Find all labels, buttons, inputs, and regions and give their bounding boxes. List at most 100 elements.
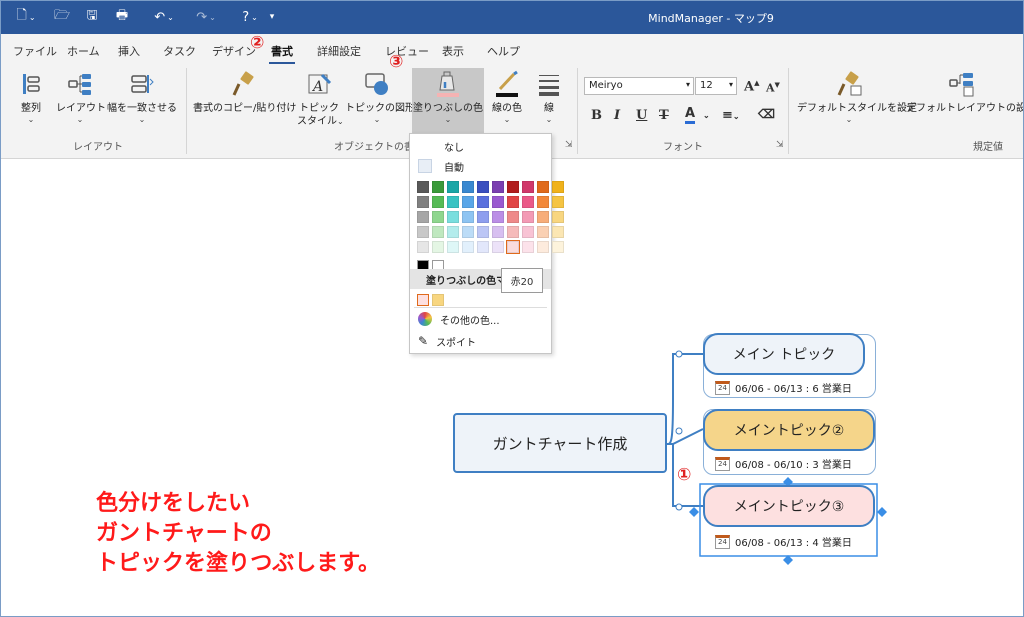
color-swatch[interactable] <box>417 226 429 238</box>
color-swatch[interactable] <box>477 241 489 253</box>
color-swatch[interactable] <box>432 226 444 238</box>
shrink-font-button[interactable]: A▼ <box>766 80 780 95</box>
align-text-icon[interactable]: ≡⌄ <box>722 108 740 123</box>
color-swatch[interactable] <box>447 211 459 223</box>
color-swatch[interactable] <box>447 196 459 208</box>
tab-file[interactable]: ファイル <box>13 43 57 59</box>
tab-advanced[interactable]: 詳細設定 <box>317 43 361 59</box>
fill-color-button[interactable]: 塗りつぶしの色 ⌄ <box>412 68 484 134</box>
color-swatch[interactable] <box>462 181 474 193</box>
open-folder-icon[interactable]: 🗁 <box>51 7 73 27</box>
topic-style-button[interactable]: A トピック スタイル⌄ <box>297 68 344 128</box>
grow-font-button[interactable]: A▲ <box>744 78 759 94</box>
align-button[interactable]: 整列 ⌄ <box>11 68 51 125</box>
central-topic[interactable]: ガントチャート作成 <box>453 413 667 473</box>
color-swatch[interactable] <box>522 226 534 238</box>
set-default-style-button[interactable]: デフォルトスタイルを設定 ⌄ <box>797 68 917 125</box>
topic-shape-button[interactable]: トピックの図形 ⌄ <box>345 68 415 125</box>
color-swatch[interactable] <box>417 196 429 208</box>
color-swatch[interactable] <box>537 241 549 253</box>
color-swatch[interactable] <box>447 226 459 238</box>
color-swatch[interactable] <box>492 211 504 223</box>
color-swatch[interactable] <box>537 196 549 208</box>
color-swatch[interactable] <box>432 181 444 193</box>
tab-home[interactable]: ホーム <box>67 43 100 59</box>
color-swatch[interactable] <box>462 211 474 223</box>
eyedropper-item[interactable]: ✎ スポイト <box>410 331 551 351</box>
bold-button[interactable]: B <box>591 108 602 123</box>
main-topic-1[interactable]: メイン トピック <box>703 333 865 375</box>
main-topic-2[interactable]: メイントピック② <box>703 409 875 451</box>
color-swatch[interactable] <box>522 181 534 193</box>
undo-icon[interactable]: ↶ ⌄ <box>147 7 181 27</box>
underline-button[interactable]: U <box>636 108 647 123</box>
more-colors-item[interactable]: その他の色... <box>410 309 551 329</box>
color-swatch[interactable] <box>432 241 444 253</box>
fill-auto-item[interactable]: 自動 <box>410 156 551 176</box>
font-color-button[interactable]: A <box>685 106 696 124</box>
line-color-button[interactable]: 線の色 ⌄ <box>487 68 527 125</box>
recent-color-swatch[interactable] <box>417 294 429 306</box>
color-swatch[interactable] <box>537 181 549 193</box>
tab-view[interactable]: 表示 <box>442 43 464 59</box>
color-swatch[interactable] <box>507 211 519 223</box>
color-swatch[interactable] <box>506 240 520 254</box>
layout-button[interactable]: レイアウト ⌄ <box>56 68 106 125</box>
match-width-button[interactable]: 幅を一致させる ⌄ <box>107 68 177 125</box>
color-swatch[interactable] <box>492 226 504 238</box>
color-swatch[interactable] <box>492 181 504 193</box>
color-swatch[interactable] <box>477 196 489 208</box>
tab-help[interactable]: ヘルプ <box>487 43 520 59</box>
help-icon[interactable]: ? ⌄ <box>233 7 267 27</box>
color-swatch[interactable] <box>522 196 534 208</box>
color-swatch[interactable] <box>507 181 519 193</box>
new-file-icon[interactable]: 🗋 ⌄ <box>9 7 43 27</box>
color-swatch[interactable] <box>537 226 549 238</box>
color-swatch[interactable] <box>522 241 534 253</box>
color-swatch[interactable] <box>447 241 459 253</box>
tab-task[interactable]: タスク <box>163 43 196 59</box>
color-swatch[interactable] <box>477 226 489 238</box>
color-swatch[interactable] <box>462 241 474 253</box>
color-swatch[interactable] <box>552 181 564 193</box>
clear-format-icon[interactable]: ⌫ <box>758 107 775 121</box>
color-swatch[interactable] <box>477 181 489 193</box>
color-swatch[interactable] <box>552 211 564 223</box>
fill-none-item[interactable]: なし <box>410 136 551 156</box>
format-painter-button[interactable]: 書式のコピー/貼り付け <box>193 68 296 115</box>
color-swatch[interactable] <box>432 211 444 223</box>
color-swatch[interactable] <box>417 211 429 223</box>
customize-qat-icon[interactable]: ▾ <box>266 7 278 27</box>
line-button[interactable]: 線 ⌄ <box>531 68 567 125</box>
color-swatch[interactable] <box>492 196 504 208</box>
recent-color-swatch[interactable] <box>432 294 444 306</box>
dialog-launcher-icon[interactable]: ⇲ <box>776 140 784 150</box>
color-swatch[interactable] <box>462 226 474 238</box>
color-swatch[interactable] <box>537 211 549 223</box>
color-swatch[interactable] <box>552 241 564 253</box>
tab-format[interactable]: 書式 <box>269 43 295 65</box>
dialog-launcher-icon[interactable]: ⇲ <box>565 140 573 150</box>
color-swatch[interactable] <box>552 226 564 238</box>
main-topic-3[interactable]: メイントピック③ <box>703 485 875 527</box>
tab-insert[interactable]: 挿入 <box>118 43 140 59</box>
color-swatch[interactable] <box>522 211 534 223</box>
font-name-select[interactable]: Meiryo ▾ <box>584 77 694 95</box>
color-swatch[interactable] <box>417 181 429 193</box>
print-icon[interactable]: 🖶 <box>111 7 133 27</box>
color-swatch[interactable] <box>507 226 519 238</box>
italic-button[interactable]: I <box>614 108 620 123</box>
strikethrough-button[interactable]: T <box>659 108 669 123</box>
color-swatch[interactable] <box>477 211 489 223</box>
color-swatch[interactable] <box>507 196 519 208</box>
color-swatch[interactable] <box>447 181 459 193</box>
chevron-down-icon[interactable]: ⌄ <box>703 110 710 120</box>
color-swatch[interactable] <box>417 241 429 253</box>
font-size-select[interactable]: 12 ▾ <box>695 77 737 95</box>
color-swatch[interactable] <box>432 196 444 208</box>
color-swatch[interactable] <box>462 196 474 208</box>
color-swatch[interactable] <box>492 241 504 253</box>
save-icon[interactable]: 🖫 <box>81 7 103 27</box>
redo-icon[interactable]: ↷ ⌄ <box>189 7 223 27</box>
set-default-layout-button[interactable]: デフォルトレイアウトの設定 <box>906 68 1023 115</box>
